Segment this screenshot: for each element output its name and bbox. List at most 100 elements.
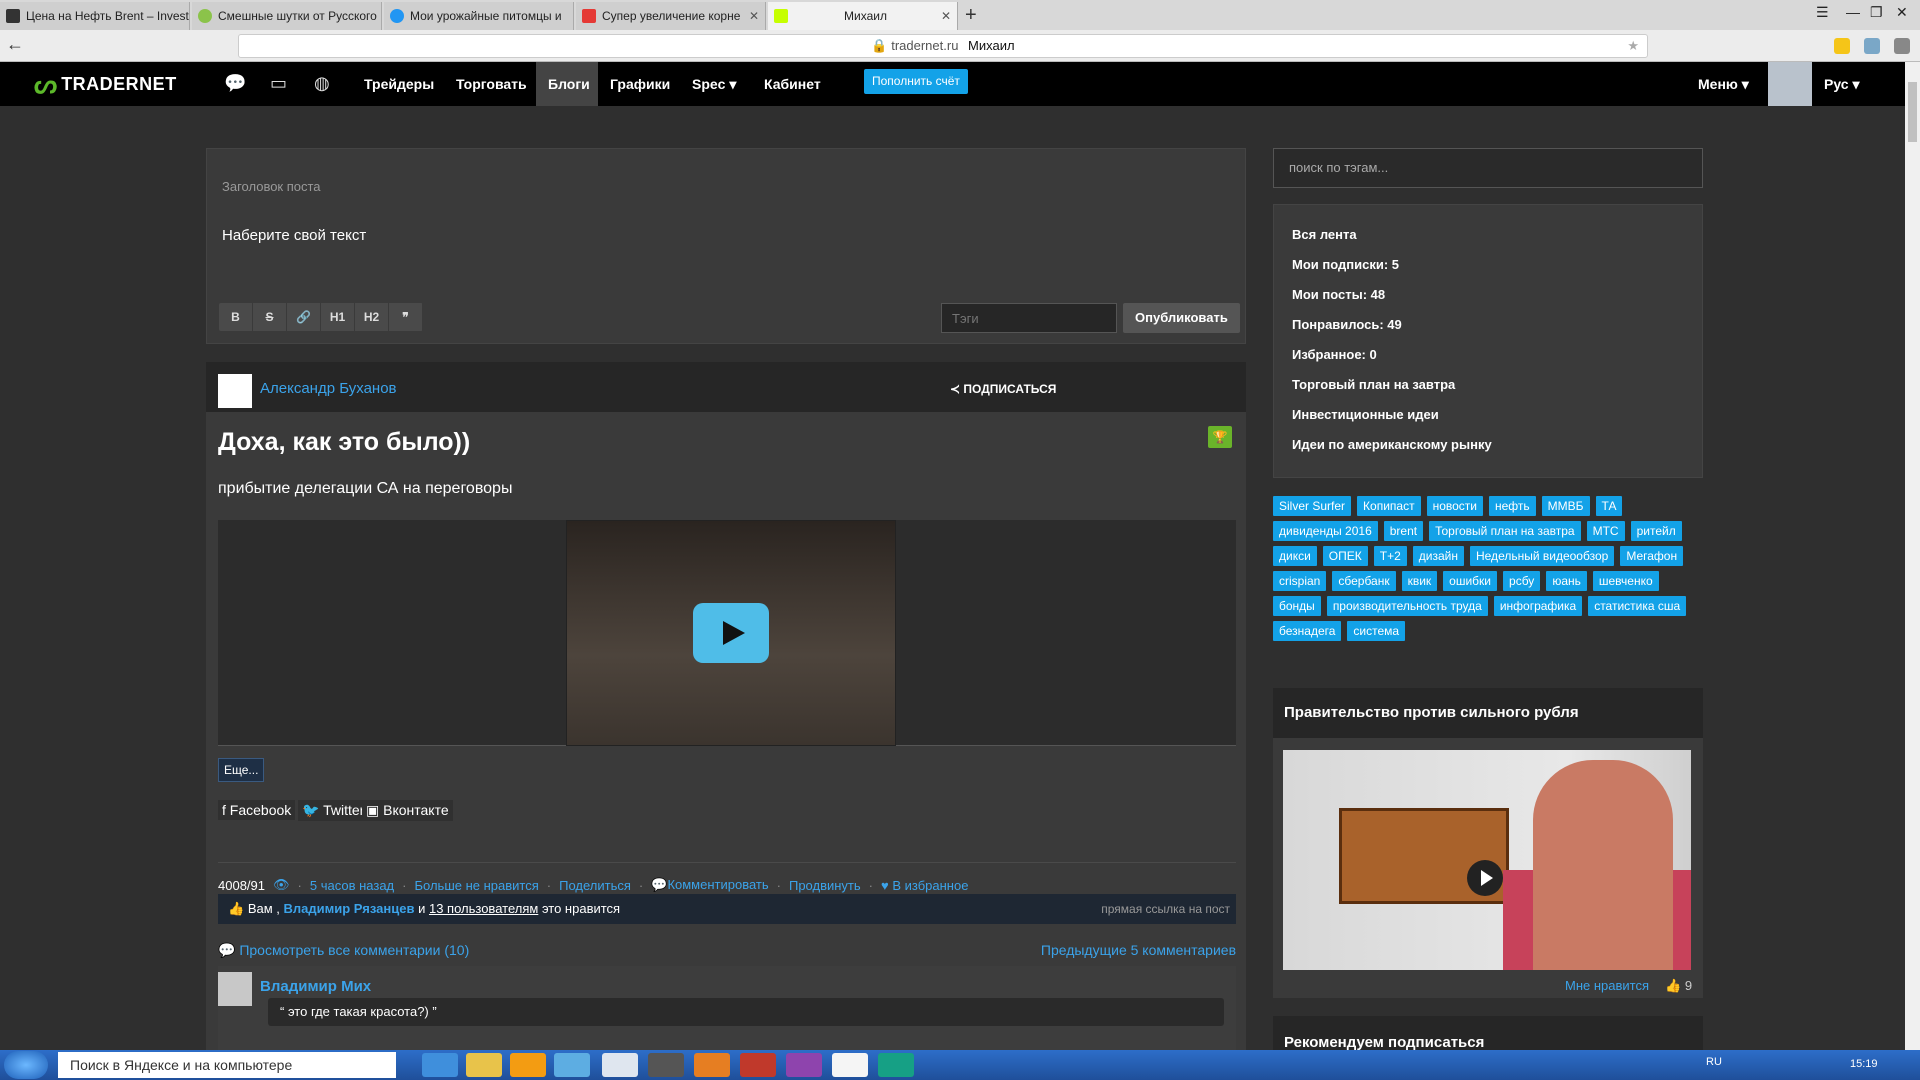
tag[interactable]: T+2: [1373, 546, 1407, 566]
nav-spec[interactable]: Spec ▾: [680, 62, 748, 106]
play-icon[interactable]: [1467, 860, 1503, 896]
download-icon[interactable]: [1894, 38, 1910, 54]
play-icon[interactable]: [693, 603, 769, 663]
tag[interactable]: статистика сша: [1588, 596, 1687, 616]
promo-title[interactable]: Правительство против сильного рубля: [1273, 688, 1703, 738]
globe-icon[interactable]: ◍: [314, 73, 330, 94]
tag[interactable]: ошибки: [1443, 571, 1498, 591]
scrollbar-thumb[interactable]: [1908, 82, 1917, 142]
minimize-icon[interactable]: —: [1846, 4, 1860, 20]
taskbar-search[interactable]: Поиск в Яндексе и на компьютере: [58, 1052, 396, 1078]
liker-link[interactable]: Владимир Рязанцев: [284, 901, 415, 916]
feed-favorites[interactable]: Избранное: 0: [1292, 347, 1377, 362]
promo-video-thumbnail[interactable]: [1283, 750, 1691, 970]
tag[interactable]: квик: [1401, 571, 1438, 591]
tag[interactable]: crispian: [1273, 571, 1327, 591]
app-icon[interactable]: [878, 1053, 914, 1077]
author-link[interactable]: Александр Буханов: [260, 380, 397, 397]
nav-trade[interactable]: Торговать: [444, 62, 539, 106]
link-button[interactable]: 🔗: [287, 303, 321, 331]
tag[interactable]: система: [1347, 621, 1406, 641]
close-tab-icon[interactable]: ✕: [749, 2, 759, 30]
tag[interactable]: Недельный видеообзор: [1469, 546, 1615, 566]
tag[interactable]: Мегафон: [1620, 546, 1684, 566]
folder-icon[interactable]: [466, 1053, 502, 1077]
tag-search-input[interactable]: поиск по тэгам...: [1273, 148, 1703, 188]
feed-liked[interactable]: Понравилось: 49: [1292, 317, 1402, 332]
browser-tab-active[interactable]: Михаил ✕: [768, 2, 958, 30]
browser-tab[interactable]: Цена на Нефть Brent – Invest: [0, 2, 190, 30]
monitor-icon[interactable]: ▭: [270, 73, 287, 94]
tag[interactable]: дизайн: [1412, 546, 1464, 566]
publish-button[interactable]: Опубликовать: [1123, 303, 1240, 333]
tag[interactable]: дикси: [1273, 546, 1317, 566]
share-link[interactable]: Поделиться: [559, 878, 631, 893]
new-tab-button[interactable]: +: [965, 2, 977, 28]
nav-traders[interactable]: Трейдеры: [352, 62, 446, 106]
yandex-icon[interactable]: [832, 1053, 868, 1077]
share-vk[interactable]: ▣ Вконтакте: [362, 800, 453, 821]
quote-button[interactable]: ❞: [389, 303, 423, 331]
nav-charts[interactable]: Графики: [598, 62, 682, 106]
tag[interactable]: МТС: [1586, 521, 1625, 541]
bold-button[interactable]: B: [219, 303, 253, 331]
tag[interactable]: инфографика: [1493, 596, 1583, 616]
app-icon[interactable]: [648, 1053, 684, 1077]
chat-icon[interactable]: 💬: [224, 73, 246, 94]
tag[interactable]: юань: [1546, 571, 1587, 591]
start-button[interactable]: [4, 1051, 48, 1079]
trophy-icon[interactable]: 🏆: [1208, 426, 1232, 448]
language-button[interactable]: Рус ▾: [1824, 62, 1859, 106]
direct-link[interactable]: прямая ссылка на пост: [1101, 894, 1230, 924]
tag[interactable]: Silver Surfer: [1273, 496, 1352, 516]
ie-icon[interactable]: [422, 1053, 458, 1077]
tag[interactable]: ритейл: [1630, 521, 1682, 541]
strike-button[interactable]: S: [253, 303, 287, 331]
h1-button[interactable]: H1: [321, 303, 355, 331]
more-button[interactable]: Еще...: [218, 758, 265, 782]
close-icon[interactable]: ✕: [1896, 4, 1908, 21]
previous-comments-link[interactable]: Предыдущие 5 комментариев: [1041, 942, 1236, 958]
share-twitter[interactable]: 🐦 Twitter: [298, 800, 369, 821]
tradernet-logo[interactable]: ᔕ TRADERNET: [34, 68, 177, 100]
author-avatar[interactable]: [218, 374, 252, 408]
comment-link[interactable]: 💬Комментировать: [651, 877, 768, 893]
tag[interactable]: ТА: [1595, 496, 1623, 516]
maximize-icon[interactable]: ❐: [1870, 4, 1883, 21]
back-arrow-icon[interactable]: ←: [6, 34, 24, 55]
menu-button[interactable]: Меню ▾: [1698, 62, 1749, 106]
tag[interactable]: новости: [1426, 496, 1483, 516]
tag[interactable]: нефть: [1489, 496, 1536, 516]
commenter-avatar[interactable]: [218, 972, 252, 1006]
topup-button[interactable]: Пополнить счёт: [864, 69, 968, 94]
tray-clock[interactable]: 15:19: [1850, 1058, 1878, 1070]
tag[interactable]: шевченко: [1592, 571, 1659, 591]
tag[interactable]: Копипаст: [1357, 496, 1421, 516]
promo-like-link[interactable]: Мне нравится: [1565, 978, 1649, 993]
tags-input[interactable]: [941, 303, 1117, 333]
post-title-input[interactable]: Заголовок поста: [222, 179, 321, 194]
post-text-input[interactable]: Наберите свой текст: [222, 227, 366, 244]
commenter-name[interactable]: Владимир Мих: [260, 978, 371, 995]
feed-us-ideas[interactable]: Идеи по американскому рынку: [1292, 437, 1492, 452]
tag[interactable]: производительность труда: [1326, 596, 1488, 616]
likers-count-link[interactable]: 13 пользователям: [429, 901, 538, 916]
user-avatar[interactable]: [1768, 62, 1812, 106]
unlike-link[interactable]: Больше не нравится: [414, 878, 538, 893]
tag[interactable]: дивиденды 2016: [1273, 521, 1378, 541]
hamburger-icon[interactable]: ☰: [1816, 4, 1829, 21]
favorite-link[interactable]: ♥ В избранное: [881, 878, 968, 893]
feed-subscriptions[interactable]: Мои подписки: 5: [1292, 257, 1399, 272]
browser-tab[interactable]: Супер увеличение корне ✕: [576, 2, 766, 30]
tag[interactable]: рсбу: [1503, 571, 1541, 591]
url-field[interactable]: 🔒 tradernet.ru Михаил ★: [238, 34, 1648, 58]
nav-cabinet[interactable]: Кабинет: [752, 62, 833, 106]
tag[interactable]: ОПЕК: [1322, 546, 1368, 566]
tag[interactable]: бонды: [1273, 596, 1321, 616]
media-icon[interactable]: [510, 1053, 546, 1077]
h2-button[interactable]: H2: [355, 303, 389, 331]
share-facebook[interactable]: f Facebook: [218, 800, 296, 820]
time-link[interactable]: 5 часов назад: [310, 878, 394, 893]
feed-my-posts[interactable]: Мои посты: 48: [1292, 287, 1385, 302]
tag[interactable]: ММВБ: [1541, 496, 1590, 516]
